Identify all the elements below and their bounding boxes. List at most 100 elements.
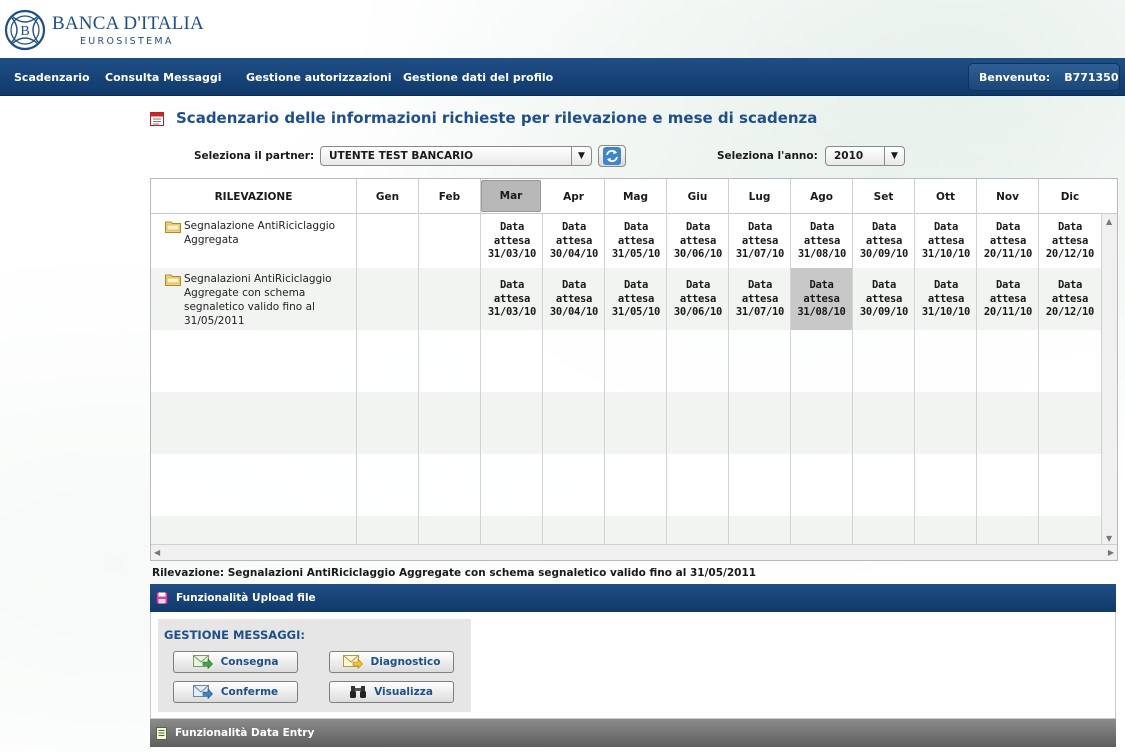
brand-subtitle: EUROSISTEMA <box>80 35 174 47</box>
partner-select[interactable]: UTENTE TEST BANCARIO ▼ <box>320 146 592 166</box>
column-divider <box>728 214 729 546</box>
folder-icon <box>165 274 181 286</box>
welcome-label: Benvenuto: <box>979 70 1051 84</box>
rilevazione-name: Segnalazioni AntiRiciclaggio Aggregate c… <box>184 273 332 327</box>
column-divider <box>356 214 357 546</box>
consegna-label: Consegna <box>220 656 279 668</box>
gestione-messaggi-title: GESTIONE MESSAGGI: <box>164 628 305 642</box>
horizontal-scrollbar[interactable]: ◀ ▶ <box>151 544 1117 560</box>
col-header-mar[interactable]: Mar <box>481 180 541 212</box>
column-divider <box>666 214 667 546</box>
col-header-gen[interactable]: Gen <box>357 179 419 214</box>
upload-panel-title: Funzionalità Upload file <box>176 592 316 604</box>
scroll-down-icon[interactable]: ▼ <box>1106 534 1112 543</box>
vertical-scrollbar[interactable]: ▲ ▼ <box>1101 214 1117 546</box>
deadline-cell-mar[interactable]: Data attesa 31/03/10 <box>481 279 543 320</box>
deadline-cell-ago[interactable]: Data attesa 31/08/10 <box>791 221 853 262</box>
deadline-cell-lug[interactable]: Data attesa 31/07/10 <box>729 279 791 320</box>
deadline-cell-giu[interactable]: Data attesa 30/06/10 <box>667 279 729 320</box>
consegna-button[interactable]: Consegna <box>173 651 298 673</box>
conferme-label: Conferme <box>220 686 279 698</box>
grid-header: RILEVAZIONE Gen Feb Mar Apr Mag Giu Lug … <box>151 179 1117 214</box>
deadline-cell-apr[interactable]: Data attesa 30/04/10 <box>543 279 605 320</box>
gestione-messaggi-box: GESTIONE MESSAGGI: Consegna Diagnostico <box>158 619 471 712</box>
refresh-icon <box>603 147 621 165</box>
column-divider <box>418 214 419 546</box>
bank-seal-icon: B <box>4 9 46 51</box>
deadline-cell-dic[interactable]: Data attesa 20/12/10 <box>1039 221 1101 262</box>
partner-label: Seleziona il partner: <box>194 150 315 162</box>
deadline-cell-nov[interactable]: Data attesa 20/11/10 <box>977 221 1039 262</box>
year-select[interactable]: 2010 ▼ <box>825 146 905 166</box>
page-title: Scadenzario delle informazioni richieste… <box>176 109 818 127</box>
floppy-disk-icon <box>156 592 168 604</box>
col-header-nov[interactable]: Nov <box>977 179 1039 214</box>
refresh-button[interactable] <box>598 145 626 167</box>
deadline-cell-giu[interactable]: Data attesa 30/06/10 <box>667 221 729 262</box>
col-header-mag[interactable]: Mag <box>605 179 667 214</box>
column-divider <box>480 214 481 546</box>
nav-gestione-autorizzazioni[interactable]: Gestione autorizzazioni <box>246 71 392 84</box>
deadline-cell-dic[interactable]: Data attesa 20/12/10 <box>1039 279 1101 320</box>
confirm-envelope-icon <box>192 685 213 699</box>
deadline-cell-set[interactable]: Data attesa 30/09/10 <box>853 221 915 262</box>
column-divider <box>976 214 977 546</box>
visualizza-label: Visualizza <box>374 686 433 698</box>
col-header-apr[interactable]: Apr <box>543 179 605 214</box>
selected-rilevazione-label: Rilevazione: Segnalazioni AntiRiciclaggi… <box>152 567 757 579</box>
col-header-giu[interactable]: Giu <box>667 179 729 214</box>
conferme-button[interactable]: Conferme <box>173 681 298 703</box>
nav-consulta-messaggi[interactable]: Consulta Messaggi <box>105 71 222 84</box>
svg-text:B: B <box>20 24 29 39</box>
scroll-up-icon[interactable]: ▲ <box>1106 217 1112 226</box>
scroll-right-icon[interactable]: ▶ <box>1108 548 1114 557</box>
welcome-box: Benvenuto: B771350 <box>968 63 1120 91</box>
col-header-ott[interactable]: Ott <box>915 179 977 214</box>
deadline-cell-mag[interactable]: Data attesa 31/05/10 <box>605 279 667 320</box>
deadline-cell-ott[interactable]: Data attesa 31/10/10 <box>915 279 977 320</box>
filter-bar: Seleziona il partner: UTENTE TEST BANCAR… <box>150 145 1120 167</box>
brand-logo[interactable]: B BANCA D'ITALIA EUROSISTEMA <box>4 6 204 54</box>
col-header-dic[interactable]: Dic <box>1039 179 1101 214</box>
column-divider <box>852 214 853 546</box>
folder-icon <box>165 221 181 233</box>
col-header-set[interactable]: Set <box>853 179 915 214</box>
column-divider <box>542 214 543 546</box>
deadline-cell-nov[interactable]: Data attesa 20/11/10 <box>977 279 1039 320</box>
row-band <box>151 392 1101 454</box>
scroll-left-icon[interactable]: ◀ <box>154 548 160 557</box>
rilevazione-row-1[interactable]: Segnalazione AntiRiciclaggio Aggregata <box>165 219 354 247</box>
column-divider <box>790 214 791 546</box>
binoculars-icon <box>350 686 367 698</box>
column-divider <box>914 214 915 546</box>
upload-panel-header[interactable]: Funzionalità Upload file <box>150 584 1116 612</box>
rilevazione-row-2[interactable]: Segnalazioni AntiRiciclaggio Aggregate c… <box>165 272 354 328</box>
deadline-cell-lug[interactable]: Data attesa 31/07/10 <box>729 221 791 262</box>
document-icon <box>156 726 167 740</box>
deadline-cell-mag[interactable]: Data attesa 31/05/10 <box>605 221 667 262</box>
col-header-feb[interactable]: Feb <box>419 179 481 214</box>
nav-scadenzario[interactable]: Scadenzario <box>14 71 90 84</box>
send-envelope-icon <box>192 655 213 669</box>
data-entry-panel-title: Funzionalità Data Entry <box>175 727 315 739</box>
nav-gestione-profilo[interactable]: Gestione dati del profilo <box>403 71 553 84</box>
chevron-down-icon: ▼ <box>884 147 904 165</box>
deadline-cell-ago-selected[interactable]: Data attesa 31/08/10 <box>791 268 852 330</box>
deadline-cell-set[interactable]: Data attesa 30/09/10 <box>853 279 915 320</box>
deadline-cell-mar[interactable]: Data attesa 31/03/10 <box>481 221 543 262</box>
calendar-icon <box>150 111 164 126</box>
col-header-ago[interactable]: Ago <box>791 179 853 214</box>
visualizza-button[interactable]: Visualizza <box>329 681 454 703</box>
upload-panel-body: GESTIONE MESSAGGI: Consegna Diagnostico <box>150 612 1116 719</box>
page-header: Scadenzario delle informazioni richieste… <box>150 109 817 127</box>
col-header-rilevazione[interactable]: RILEVAZIONE <box>151 179 357 214</box>
deadline-cell-apr[interactable]: Data attesa 30/04/10 <box>543 221 605 262</box>
deadline-cell-ott[interactable]: Data attesa 31/10/10 <box>915 221 977 262</box>
data-entry-panel-header[interactable]: Funzionalità Data Entry <box>150 719 1116 747</box>
year-label: Seleziona l'anno: <box>717 150 818 162</box>
brand-title: BANCA D'ITALIA <box>52 12 204 34</box>
schedule-grid: RILEVAZIONE Gen Feb Mar Apr Mag Giu Lug … <box>150 178 1118 561</box>
diagnostico-label: Diagnostico <box>370 656 441 668</box>
diagnostico-button[interactable]: Diagnostico <box>329 651 454 673</box>
col-header-lug[interactable]: Lug <box>729 179 791 214</box>
